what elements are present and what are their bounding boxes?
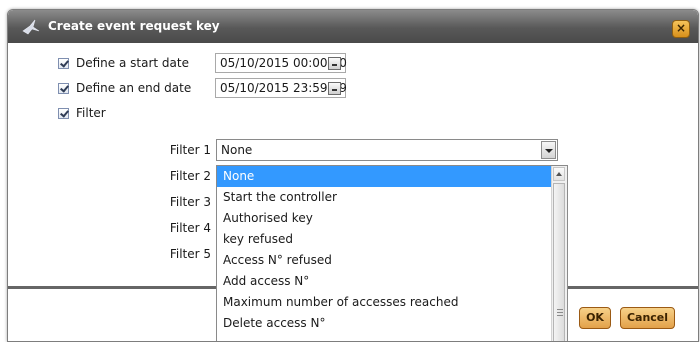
dialog-titlebar[interactable]: Create event request key ×	[8, 10, 698, 43]
scrollbar-thumb[interactable]	[553, 183, 565, 341]
ok-button[interactable]: OK	[579, 307, 611, 329]
bird-icon	[22, 19, 40, 35]
scroll-grip-line	[557, 312, 563, 313]
dropdown-option-add-access[interactable]: Add access N°	[217, 271, 552, 292]
end-date-picker-button[interactable]	[328, 82, 341, 95]
start-date-checkbox[interactable]	[58, 58, 69, 69]
scroll-up-arrow-icon[interactable]	[553, 167, 565, 181]
end-date-field[interactable]: 05/10/2015 23:59:59	[215, 78, 347, 98]
filter-1-dropdown-list[interactable]: None Start the controller Authorised key…	[216, 165, 568, 341]
scroll-grip-line	[557, 315, 563, 316]
dropdown-option-authorised-key[interactable]: Authorised key	[217, 208, 552, 229]
filter-labels-column: Filter 1 Filter 2 Filter 3 Filter 4 Filt…	[128, 10, 211, 290]
filter-4-label: Filter 4	[169, 221, 211, 235]
dropdown-option-access-refused[interactable]: Access N° refused	[217, 250, 552, 271]
filter-checkbox[interactable]	[58, 108, 69, 119]
create-event-request-key-dialog: Create event request key × Define a star…	[7, 9, 699, 342]
cancel-button[interactable]: Cancel	[620, 307, 675, 329]
dropdown-option-key-refused[interactable]: key refused	[217, 229, 552, 250]
filter-1-label: Filter 1	[169, 143, 211, 157]
start-date-picker-button[interactable]	[328, 57, 341, 70]
filter-2-label: Filter 2	[169, 169, 211, 183]
dropdown-option-none[interactable]: None	[217, 166, 552, 187]
end-date-checkbox[interactable]	[58, 83, 69, 94]
start-date-field[interactable]: 05/10/2015 00:00:00	[215, 53, 347, 73]
filter-5-label: Filter 5	[169, 247, 211, 261]
dropdown-arrow-icon[interactable]	[541, 141, 556, 159]
close-button[interactable]: ×	[672, 20, 690, 38]
filter-1-select[interactable]: None	[216, 139, 558, 161]
filter-1-selected-value: None	[221, 143, 253, 157]
dropdown-option-delete-access[interactable]: Delete access N°	[217, 313, 552, 334]
filter-3-label: Filter 3	[169, 195, 211, 209]
dropdown-scrollbar[interactable]	[551, 166, 567, 341]
dropdown-option-start-controller[interactable]: Start the controller	[217, 187, 552, 208]
dropdown-option-max-accesses[interactable]: Maximum number of accesses reached	[217, 292, 552, 313]
scroll-grip-line	[557, 309, 563, 310]
filter-label: Filter	[76, 106, 106, 120]
